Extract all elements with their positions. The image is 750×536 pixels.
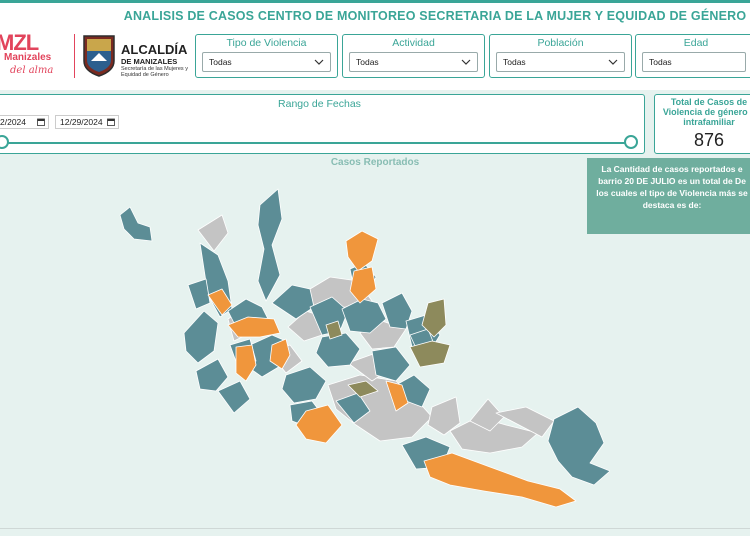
shield-icon — [83, 35, 115, 77]
map-region — [281, 366, 327, 404]
map-region — [217, 380, 251, 414]
tipo-violencia-dropdown[interactable]: Todas — [202, 52, 331, 72]
bottom-divider — [0, 528, 750, 529]
filter-label: Tipo de Violencia — [226, 37, 307, 49]
chevron-down-icon — [314, 59, 324, 65]
end-date-input[interactable]: 12/29/2024 — [55, 115, 119, 129]
end-date-value: 12/29/2024 — [60, 117, 103, 127]
actividad-dropdown[interactable]: Todas — [349, 52, 478, 72]
map-region — [183, 310, 219, 364]
page-title: ANALISIS DE CASOS CENTRO DE MONITOREO SE… — [123, 9, 747, 23]
logo-city: Manizales — [4, 52, 52, 63]
start-date-input[interactable]: 2/2024 — [0, 115, 49, 129]
filter-label: Población — [537, 37, 584, 49]
map-region — [257, 188, 283, 302]
filter-actividad: Actividad Todas — [342, 34, 485, 78]
slider-end-handle[interactable] — [624, 135, 638, 149]
alcaldia-subtitle: DE MANIZALES — [121, 57, 178, 66]
slider-start-handle[interactable] — [0, 135, 9, 149]
neighborhood-map[interactable] — [110, 185, 610, 520]
filter-label: Edad — [683, 37, 709, 49]
region-tooltip: La Cantidad de casos reportados e barrio… — [587, 158, 750, 234]
logo-tagline: del alma — [10, 65, 54, 76]
manizales-logo: MZL Manizales del alma — [0, 30, 72, 78]
chevron-down-icon — [608, 59, 618, 65]
map-region — [547, 406, 610, 486]
poblacion-dropdown[interactable]: Todas — [496, 52, 625, 72]
alcaldia-title: ALCALDÍA — [121, 42, 188, 57]
edad-dropdown[interactable]: Todas — [642, 52, 746, 72]
filter-label: Actividad — [392, 37, 435, 49]
total-cases-card: Total de Casos de Violencia de género e … — [654, 94, 750, 154]
map-region — [235, 344, 257, 382]
dropdown-value: Todas — [503, 57, 526, 67]
filter-tipo-violencia: Tipo de Violencia Todas — [195, 34, 338, 78]
dropdown-value: Todas — [649, 57, 672, 67]
date-range-card: Rango de Fechas 2/2024 12/29/2024 — [0, 94, 645, 154]
map-title: Casos Reportados — [330, 157, 420, 168]
filter-edad: Edad Todas — [635, 34, 750, 78]
dropdown-value: Todas — [209, 57, 232, 67]
logo-divider — [74, 34, 75, 78]
map-region — [119, 206, 153, 242]
map-region — [195, 358, 229, 392]
total-cases-value: 876 — [693, 130, 725, 150]
date-slider-track[interactable] — [3, 142, 630, 144]
map-region — [371, 346, 411, 382]
map-region — [187, 278, 211, 310]
chevron-down-icon — [461, 59, 471, 65]
date-range-label: Rango de Fechas — [278, 98, 361, 110]
filter-poblacion: Población Todas — [489, 34, 632, 78]
map-region — [345, 230, 379, 272]
calendar-icon[interactable] — [107, 118, 115, 126]
start-date-value: 2/2024 — [0, 117, 26, 127]
calendar-icon[interactable] — [37, 118, 45, 126]
alcaldia-detail: Secretaría de las Mujeres y Equidad de G… — [121, 66, 188, 78]
map-region — [423, 452, 577, 508]
total-cases-label: Total de Casos de Violencia de género e … — [662, 97, 750, 127]
dropdown-value: Todas — [356, 57, 379, 67]
